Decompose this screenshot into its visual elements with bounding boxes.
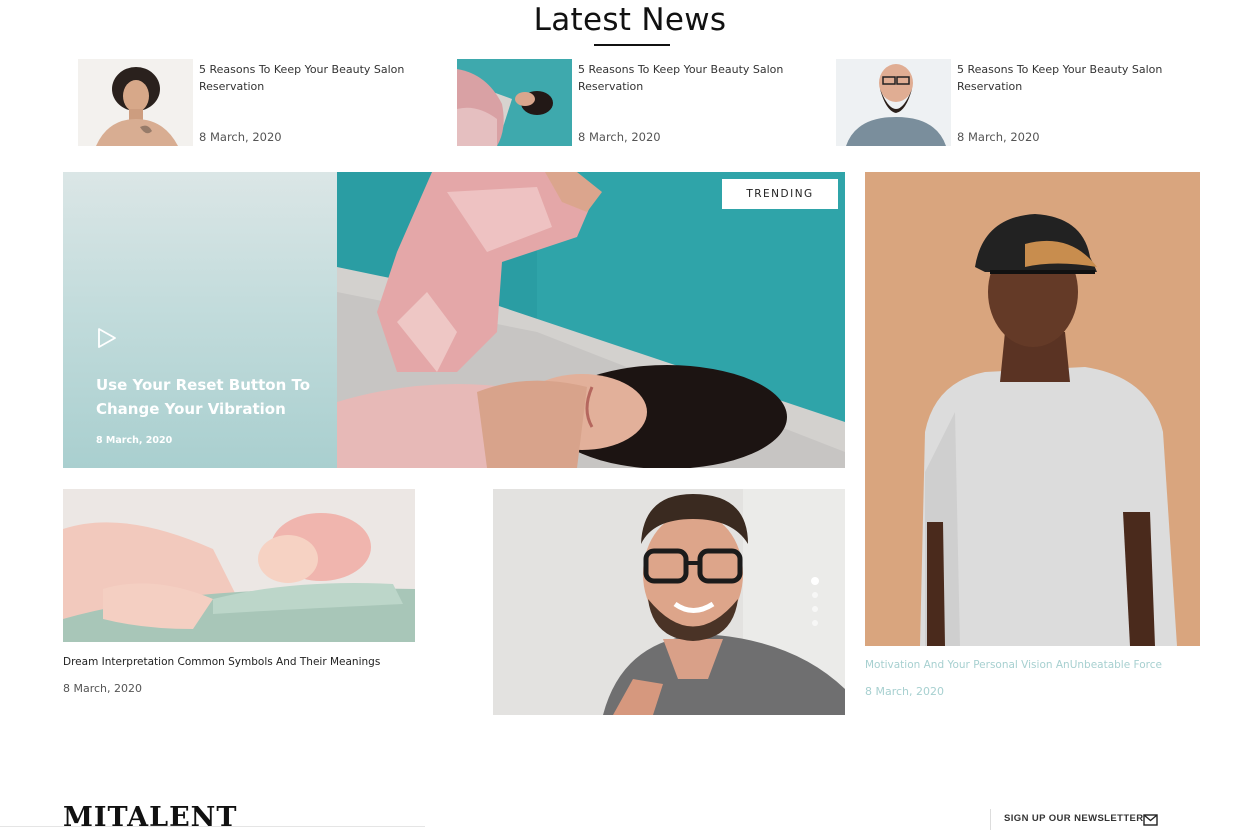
hero-text-panel: Use Your Reset Button To Change Your Vib… bbox=[63, 172, 337, 468]
hero-date: 8 March, 2020 bbox=[96, 435, 173, 446]
post-date: 8 March, 2020 bbox=[199, 130, 282, 144]
mini-post[interactable]: 5 Reasons To Keep Your Beauty Salon Rese… bbox=[836, 59, 1196, 147]
card-date: 8 March, 2020 bbox=[865, 685, 945, 698]
title-underline bbox=[594, 44, 670, 46]
card-date: 8 March, 2020 bbox=[63, 682, 143, 695]
post-title[interactable]: 5 Reasons To Keep Your Beauty Salon Rese… bbox=[578, 61, 808, 95]
slider-dot[interactable] bbox=[812, 620, 818, 626]
hero-post[interactable]: Use Your Reset Button To Change Your Vib… bbox=[63, 172, 845, 468]
post-date: 8 March, 2020 bbox=[957, 130, 1040, 144]
slider-dots bbox=[811, 577, 820, 629]
post-thumbnail[interactable] bbox=[836, 59, 951, 146]
slider-dot[interactable] bbox=[812, 592, 818, 598]
slider-dot[interactable] bbox=[812, 606, 818, 612]
newsletter-link[interactable]: SIGN UP OUR NEWSLETTER bbox=[1004, 813, 1144, 824]
post-thumbnail[interactable] bbox=[457, 59, 572, 146]
post-title[interactable]: 5 Reasons To Keep Your Beauty Salon Rese… bbox=[199, 61, 429, 95]
trending-badge[interactable]: TRENDING bbox=[722, 179, 838, 209]
mini-post[interactable]: 5 Reasons To Keep Your Beauty Salon Rese… bbox=[457, 59, 817, 147]
section-title: Latest News bbox=[533, 2, 727, 38]
mini-post[interactable]: 5 Reasons To Keep Your Beauty Salon Rese… bbox=[78, 59, 438, 147]
card-title[interactable]: Motivation And Your Personal Vision AnUn… bbox=[865, 659, 1162, 671]
footer-divider bbox=[0, 826, 425, 827]
slider-dot[interactable] bbox=[811, 577, 819, 585]
hero-image[interactable] bbox=[337, 172, 845, 468]
portrait-image[interactable] bbox=[865, 172, 1200, 646]
mail-icon[interactable] bbox=[1143, 813, 1158, 826]
hero-title[interactable]: Use Your Reset Button To Change Your Vib… bbox=[96, 373, 316, 421]
post-date: 8 March, 2020 bbox=[578, 130, 661, 144]
card-image[interactable] bbox=[63, 489, 415, 642]
post-title[interactable]: 5 Reasons To Keep Your Beauty Salon Rese… bbox=[957, 61, 1187, 95]
card-title[interactable]: Dream Interpretation Common Symbols And … bbox=[63, 656, 380, 668]
newsletter-divider bbox=[990, 809, 991, 830]
play-icon[interactable] bbox=[96, 327, 118, 349]
slider-image[interactable] bbox=[493, 489, 845, 715]
post-thumbnail[interactable] bbox=[78, 59, 193, 146]
